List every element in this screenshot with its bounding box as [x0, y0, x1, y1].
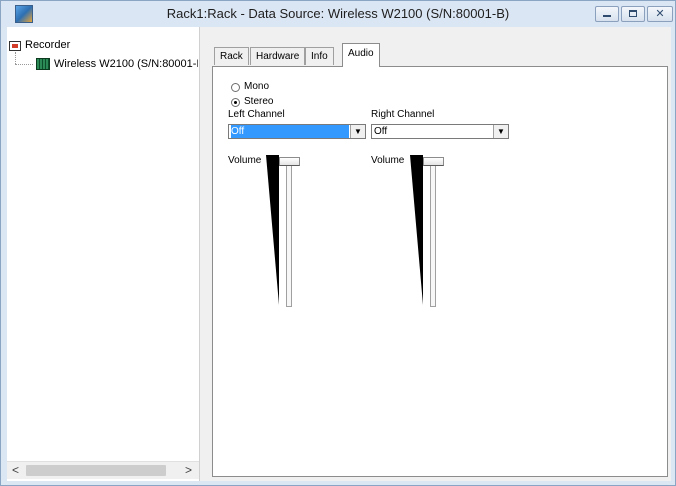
scroll-right-icon[interactable]: >: [180, 462, 197, 479]
tree-connector: [15, 64, 33, 65]
tree-connector: [15, 52, 16, 64]
left-volume-slider[interactable]: [286, 157, 292, 307]
audio-tab-page: Mono Stereo Left Channel Right Channel O…: [212, 66, 668, 477]
stereo-label: Stereo: [244, 96, 274, 107]
tree-horizontal-scrollbar[interactable]: < >: [7, 461, 199, 479]
tree-item-recorder[interactable]: Recorder: [25, 37, 70, 53]
tab-rack[interactable]: Rack: [214, 47, 249, 65]
left-volume-thumb[interactable]: [279, 157, 300, 166]
title-bar[interactable]: Rack1:Rack - Data Source: Wireless W2100…: [1, 1, 675, 27]
main-window: Rack1:Rack - Data Source: Wireless W2100…: [0, 0, 676, 486]
right-channel-value: Off: [374, 126, 388, 137]
recorder-icon: [9, 41, 21, 51]
chevron-down-icon[interactable]: ▼: [493, 125, 508, 138]
close-icon: ✕: [655, 8, 665, 20]
minimize-button[interactable]: [595, 6, 619, 22]
chevron-down-icon[interactable]: ▼: [350, 125, 365, 138]
left-channel-value: Off: [231, 125, 349, 138]
mono-label: Mono: [244, 81, 270, 92]
tab-hardware[interactable]: Hardware: [250, 47, 306, 65]
right-volume-label: Volume: [371, 155, 405, 166]
tab-audio[interactable]: Audio: [342, 43, 380, 67]
left-volume-wedge-icon: [266, 155, 279, 305]
device-icon: [36, 58, 50, 70]
scroll-left-icon[interactable]: <: [7, 462, 24, 479]
right-channel-label: Right Channel: [371, 109, 435, 120]
device-tree: Recorder Wireless W2100 (S/N:80001-E < >: [7, 27, 200, 481]
left-channel-select[interactable]: Off ▼: [228, 124, 366, 139]
right-volume-slider[interactable]: [430, 157, 436, 307]
stereo-radio[interactable]: [231, 98, 240, 107]
mono-radio[interactable]: [231, 83, 240, 92]
maximize-icon: [629, 10, 637, 17]
right-channel-select[interactable]: Off ▼: [371, 124, 509, 139]
minimize-icon: [603, 15, 611, 17]
tree-item-wireless-w2100[interactable]: Wireless W2100 (S/N:80001-E: [54, 56, 198, 72]
right-volume-wedge-icon: [410, 155, 423, 305]
left-channel-label: Left Channel: [228, 109, 285, 120]
scrollbar-thumb[interactable]: [26, 465, 166, 476]
settings-panel: Rack Hardware Info Audio Mono Stereo Lef…: [210, 43, 670, 479]
window-title: Rack1:Rack - Data Source: Wireless W2100…: [166, 6, 510, 21]
right-volume-thumb[interactable]: [423, 157, 444, 166]
tab-info[interactable]: Info: [305, 47, 334, 65]
left-volume-label: Volume: [228, 155, 262, 166]
maximize-button[interactable]: [621, 6, 645, 22]
client-area: Recorder Wireless W2100 (S/N:80001-E < >…: [7, 27, 671, 481]
close-button[interactable]: ✕: [647, 6, 673, 22]
